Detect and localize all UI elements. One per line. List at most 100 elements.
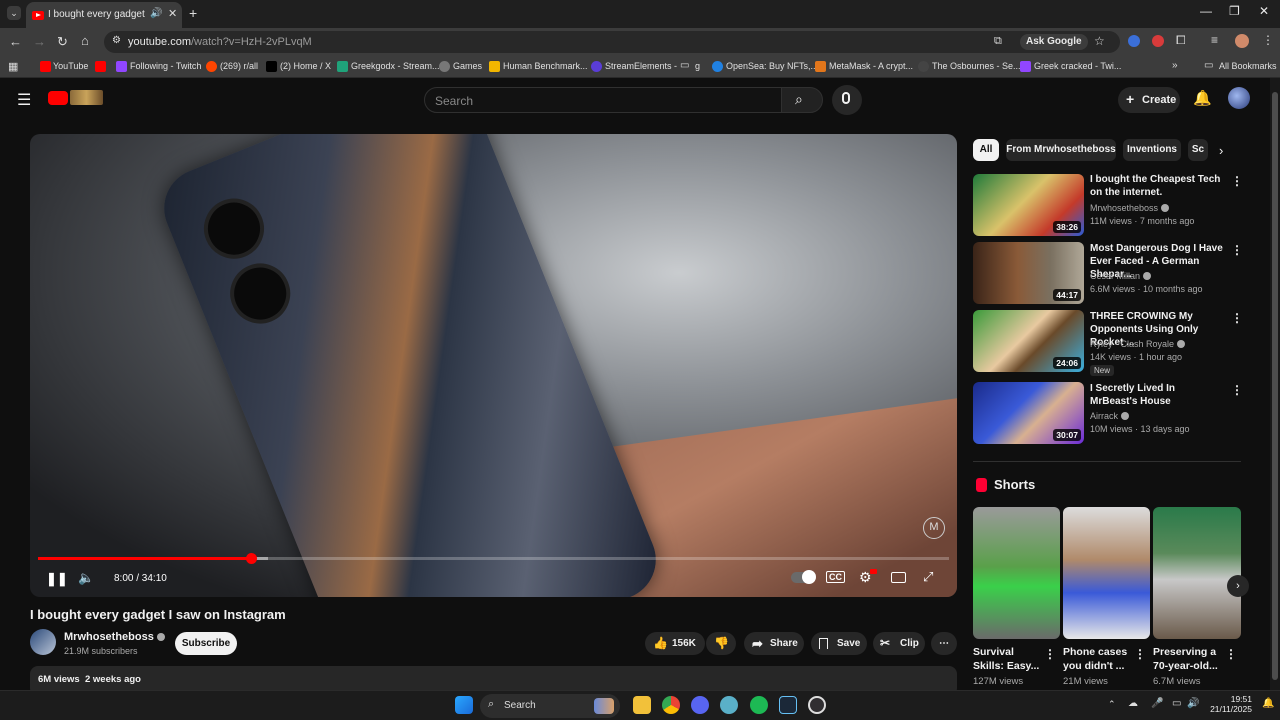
cloud-icon[interactable]: ☁ [1128, 698, 1138, 709]
active-tab[interactable]: I bought every gadget I saw 🔊 ✕ [26, 2, 182, 28]
spotify-icon[interactable] [750, 696, 768, 714]
volume-icon[interactable]: 🔈 [78, 570, 94, 586]
rec-channel[interactable]: Mrwhosetheboss [1090, 203, 1170, 213]
channel-name[interactable]: Mrwhosetheboss [64, 631, 165, 643]
all-bookmarks[interactable]: All Bookmarks [1219, 61, 1277, 71]
profile-avatar[interactable] [1235, 34, 1249, 48]
close-window-icon[interactable]: ✕ [1259, 4, 1269, 18]
notification-bell-tray-icon[interactable]: 🔔 [1262, 698, 1274, 709]
bookmark-osbournes[interactable]: The Osbournes - Se... [932, 61, 1021, 71]
bookmark-opensea[interactable]: OpenSea: Buy NFTs,... [726, 61, 818, 71]
minimize-icon[interactable]: — [1200, 4, 1212, 18]
progress-bar[interactable] [38, 553, 949, 564]
like-button[interactable]: 👍 156K [645, 632, 705, 655]
chrome-icon[interactable] [662, 696, 680, 714]
pause-icon[interactable]: ❚❚ [46, 571, 68, 587]
rec-more-menu-icon[interactable]: ⋮ [1231, 174, 1243, 188]
speaker-icon[interactable]: 🔊 [150, 8, 162, 19]
short-more-menu-icon[interactable]: ⋮ [1134, 647, 1146, 661]
rec-title[interactable]: I Secretly Lived In MrBeast's House [1090, 382, 1224, 408]
create-button[interactable]: + Create [1118, 87, 1180, 113]
theater-mode-icon[interactable] [891, 572, 906, 583]
reload-icon[interactable]: ↻ [57, 34, 68, 50]
subtitles-icon[interactable]: CC [826, 571, 845, 583]
bookmark-games[interactable]: Games [453, 61, 482, 71]
search-button[interactable]: ⌕ [781, 87, 823, 113]
chip-inventions[interactable]: Inventions [1123, 139, 1181, 161]
rec-thumbnail[interactable]: 44:17 [973, 242, 1084, 304]
tray-overflow-icon[interactable]: ⌃ [1108, 699, 1116, 710]
tab-search-icon[interactable]: ⌄ [7, 6, 21, 20]
bookmark-greek-cracked[interactable]: Greek cracked - Twi... [1034, 61, 1121, 71]
restore-icon[interactable]: ❐ [1229, 4, 1240, 18]
short-more-menu-icon[interactable]: ⋮ [1225, 647, 1237, 661]
rec-thumbnail[interactable]: 30:07 [973, 382, 1084, 444]
channel-avatar[interactable] [30, 629, 56, 655]
rec-title[interactable]: I bought the Cheapest Tech on the intern… [1090, 173, 1224, 199]
site-info-icon[interactable]: ⚙ [112, 35, 121, 46]
taskbar-clock[interactable]: 19:51 21/11/2025 [1210, 694, 1252, 714]
hamburger-menu-icon[interactable]: ☰ [17, 90, 31, 110]
chip-all[interactable]: All [973, 139, 999, 161]
back-icon[interactable]: ← [9, 34, 22, 49]
bookmark-youtube[interactable]: YouTube [53, 61, 88, 71]
close-tab-icon[interactable]: ✕ [168, 7, 177, 20]
bookmark-folder-g[interactable]: g [695, 61, 700, 71]
bookmark-greekgodx[interactable]: Greekgodx - Stream... [351, 61, 440, 71]
short-thumbnail[interactable] [1153, 507, 1241, 639]
voice-search-button[interactable] [832, 85, 862, 115]
channel-watermark-icon[interactable]: M [923, 517, 945, 539]
page-scrollbar-thumb[interactable] [1272, 92, 1278, 680]
chips-next-chevron-icon[interactable]: › [1219, 143, 1223, 158]
cast-icon[interactable]: ⧉ [994, 35, 1002, 48]
rec-more-menu-icon[interactable]: ⋮ [1231, 243, 1243, 257]
microphone-tray-icon[interactable]: 🎤 [1151, 698, 1163, 709]
youtube-logo[interactable] [48, 91, 68, 105]
bookmark-x[interactable]: (2) Home / X [280, 61, 331, 71]
cursor-app-icon[interactable] [720, 696, 738, 714]
short-thumbnail[interactable] [1063, 507, 1150, 639]
rec-thumbnail[interactable]: 38:26 [973, 174, 1084, 236]
notifications-bell-icon[interactable]: 🔔 [1193, 89, 1212, 107]
forward-icon[interactable]: → [33, 34, 46, 49]
ask-google-button[interactable]: Ask Google [1020, 34, 1088, 50]
bookmark-star-icon[interactable]: ☆ [1094, 34, 1105, 48]
browser-menu-icon[interactable]: ⋮ [1262, 33, 1274, 47]
bookmark-metamask[interactable]: MetaMask - A crypt... [829, 61, 913, 71]
obs-icon[interactable] [808, 696, 826, 714]
short-title[interactable]: Preserving a 70-year-old... [1153, 645, 1225, 673]
short-more-menu-icon[interactable]: ⋮ [1044, 647, 1056, 661]
account-avatar[interactable] [1228, 87, 1250, 109]
bookmark-reddit[interactable]: (269) r/all [220, 61, 258, 71]
save-button[interactable]: Save [811, 632, 867, 655]
rec-channel[interactable]: Ryley - Clash Royale [1090, 339, 1186, 349]
file-explorer-icon[interactable] [633, 696, 651, 714]
bookmark-human-benchmark[interactable]: Human Benchmark... [503, 61, 588, 71]
windows-start-icon[interactable] [455, 696, 473, 714]
extensions-puzzle-icon[interactable]: ⧠ [1176, 33, 1186, 48]
short-thumbnail[interactable] [973, 507, 1060, 639]
bookmarks-overflow-icon[interactable]: » [1172, 60, 1178, 71]
clip-button[interactable]: ✂ Clip [873, 632, 925, 655]
chip-partial[interactable]: Sc [1188, 139, 1208, 161]
home-icon[interactable]: ⌂ [81, 33, 89, 48]
new-tab-icon[interactable]: + [189, 5, 197, 21]
discord-icon[interactable] [691, 696, 709, 714]
apps-grid-icon[interactable]: ▦ [8, 60, 18, 73]
bookmark-twitch[interactable]: Following - Twitch [130, 61, 201, 71]
network-icon[interactable]: ▭ [1172, 698, 1181, 709]
shorts-next-button[interactable]: › [1227, 575, 1249, 597]
steam-icon[interactable] [779, 696, 797, 714]
video-player[interactable]: M ❚❚ 🔈 8:00 / 34:10 CC ⚙ ⤢ [30, 134, 957, 597]
short-title[interactable]: Survival Skills: Easy... [973, 645, 1045, 673]
rec-more-menu-icon[interactable]: ⋮ [1231, 311, 1243, 325]
extension-2-icon[interactable] [1152, 35, 1164, 47]
chip-from-mrwhosetheboss[interactable]: From Mrwhosetheboss [1006, 139, 1116, 161]
rec-more-menu-icon[interactable]: ⋮ [1231, 383, 1243, 397]
bookmark-streamelements[interactable]: StreamElements - [605, 61, 677, 71]
dislike-button[interactable]: 👎 [706, 632, 736, 655]
url-bar[interactable]: ⚙ youtube.com/watch?v=HzH-2vPLvqM ⧉ Ask … [104, 31, 1120, 53]
taskbar-search[interactable]: ⌕ Search [480, 694, 620, 718]
extension-1-icon[interactable] [1128, 35, 1140, 47]
more-actions-button[interactable]: ⋯ [931, 632, 957, 655]
